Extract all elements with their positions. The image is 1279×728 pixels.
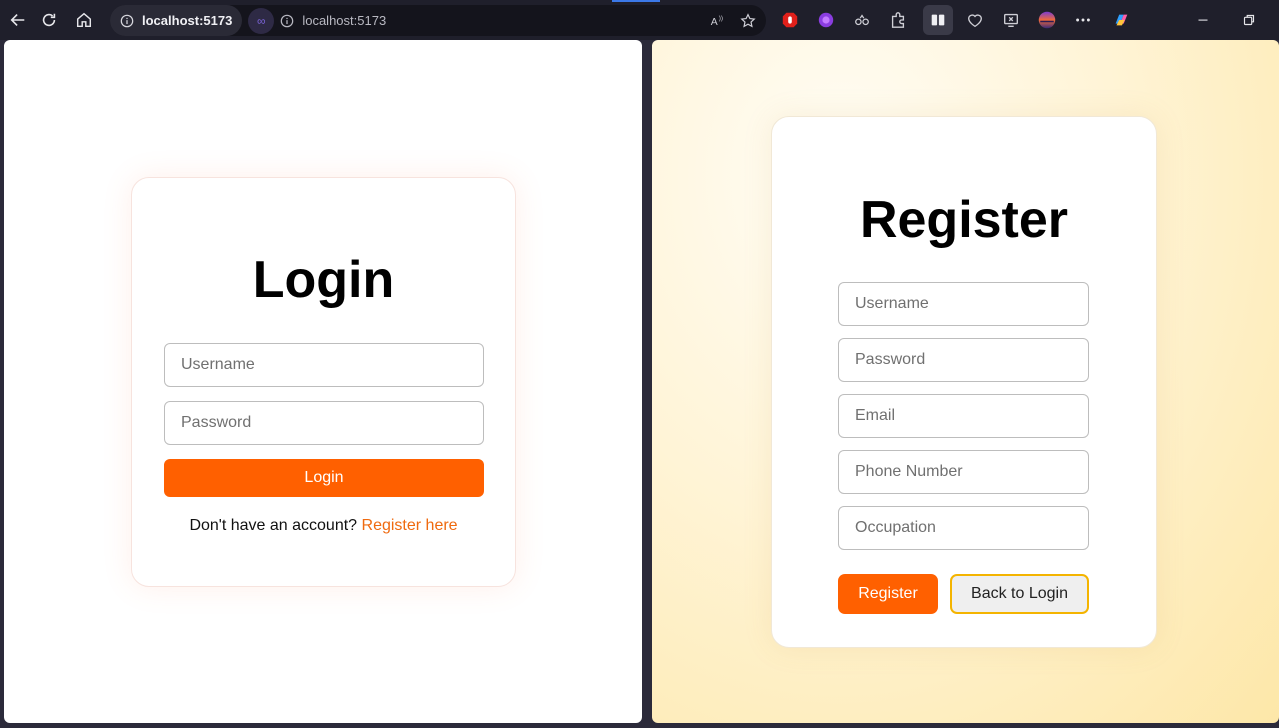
info-icon: [120, 14, 134, 27]
purple-extension-icon[interactable]: [811, 5, 841, 35]
register-username-input[interactable]: Username: [838, 282, 1089, 326]
site-info-chip[interactable]: localhost:5173: [110, 5, 243, 36]
more-icon[interactable]: [1068, 5, 1098, 35]
login-title: Login: [252, 251, 395, 309]
register-email-input[interactable]: Email: [838, 394, 1089, 438]
back-to-login-button[interactable]: Back to Login: [950, 574, 1089, 614]
address-actions: A)): [710, 5, 756, 36]
login-button[interactable]: Login: [164, 459, 484, 497]
info-icon: [281, 14, 294, 27]
address-url-group: localhost:5173: [280, 13, 386, 28]
register-phone-input[interactable]: Phone Number: [838, 450, 1089, 494]
profile-avatar[interactable]: [1032, 5, 1062, 35]
login-password-input[interactable]: Password: [164, 401, 484, 445]
address-host: localhost:5173: [142, 13, 233, 28]
screenshot-icon[interactable]: [996, 5, 1026, 35]
health-icon[interactable]: [960, 5, 990, 35]
copilot-icon[interactable]: [1106, 5, 1136, 35]
login-username-input[interactable]: Username: [164, 343, 484, 387]
home-icon[interactable]: [66, 2, 102, 38]
address-url: localhost:5173: [302, 13, 387, 28]
restore-icon[interactable]: [1234, 5, 1264, 35]
register-link[interactable]: Register here: [362, 517, 458, 534]
link-icon[interactable]: ∞: [248, 7, 275, 34]
register-occupation-input[interactable]: Occupation: [838, 506, 1089, 550]
active-tab-indicator: [612, 0, 660, 2]
register-card: Register Username Password Email Phone N…: [771, 116, 1157, 648]
extensions-icon[interactable]: [883, 5, 913, 35]
register-prompt: Don't have an account? Register here: [132, 517, 515, 535]
favorite-star-icon[interactable]: [740, 12, 756, 29]
minimize-icon[interactable]: [1188, 5, 1218, 35]
read-aloud-icon[interactable]: A)): [710, 13, 726, 29]
address-bar[interactable]: localhost:5173 ∞ localhost:5173 A)): [110, 5, 766, 36]
register-title: Register: [859, 191, 1069, 249]
register-prompt-text: Don't have an account?: [189, 517, 358, 534]
svg-text:)): )): [719, 15, 723, 22]
register-button[interactable]: Register: [838, 574, 938, 614]
svg-text:A: A: [711, 17, 718, 28]
login-card: Login Username Password Login Don't have…: [131, 177, 516, 587]
refresh-icon[interactable]: [31, 2, 67, 38]
split-screen-icon[interactable]: [923, 5, 953, 35]
register-page-panel: Register Username Password Email Phone N…: [652, 40, 1279, 723]
adblock-extension-icon[interactable]: [775, 5, 805, 35]
performance-icon[interactable]: [847, 5, 877, 35]
register-password-input[interactable]: Password: [838, 338, 1089, 382]
browser-toolbar: localhost:5173 ∞ localhost:5173 A)): [0, 0, 1279, 40]
login-page-panel: Login Username Password Login Don't have…: [4, 40, 642, 723]
